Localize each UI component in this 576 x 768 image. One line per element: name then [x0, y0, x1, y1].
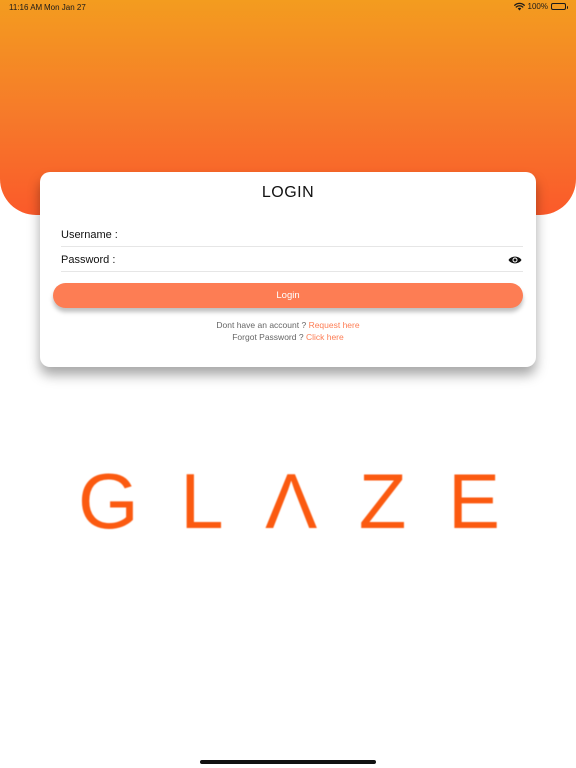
username-row: Username :	[61, 223, 523, 247]
login-card: LOGIN Username : Password : Login Dont h…	[40, 172, 536, 367]
logo-letter-l: L	[180, 457, 224, 545]
battery-icon	[551, 3, 568, 10]
username-input[interactable]	[123, 224, 523, 245]
wifi-icon	[513, 2, 525, 11]
request-here-link[interactable]: Request here	[309, 320, 360, 330]
status-indicators: 100%	[513, 2, 568, 11]
glaze-logo: G L Λ Z E	[78, 457, 500, 545]
forgot-line: Forgot Password ? Click here	[40, 332, 536, 342]
battery-percent: 100%	[527, 2, 548, 11]
login-title: LOGIN	[261, 184, 315, 201]
password-label: Password :	[61, 253, 116, 266]
status-date: Mon Jan 27	[44, 3, 86, 12]
username-label: Username :	[61, 228, 118, 241]
login-button[interactable]: Login	[53, 283, 523, 308]
logo-letter-e: E	[447, 457, 500, 545]
logo-letter-z: Z	[358, 457, 407, 545]
status-time: 11:16 AM	[9, 3, 43, 12]
logo-letter-a: Λ	[265, 457, 318, 545]
signup-line: Dont have an account ? Request here	[40, 320, 536, 330]
password-row: Password :	[61, 248, 523, 272]
logo-letter-g: G	[78, 457, 139, 545]
signup-prompt: Dont have an account ?	[216, 320, 307, 330]
status-bar: 11:16 AM Mon Jan 27 100%	[0, 0, 576, 14]
forgot-password-link[interactable]: Click here	[306, 332, 344, 342]
eye-icon[interactable]	[508, 255, 522, 265]
forgot-prompt: Forgot Password ?	[232, 332, 304, 342]
password-input[interactable]	[121, 249, 508, 270]
home-indicator[interactable]	[200, 760, 376, 764]
